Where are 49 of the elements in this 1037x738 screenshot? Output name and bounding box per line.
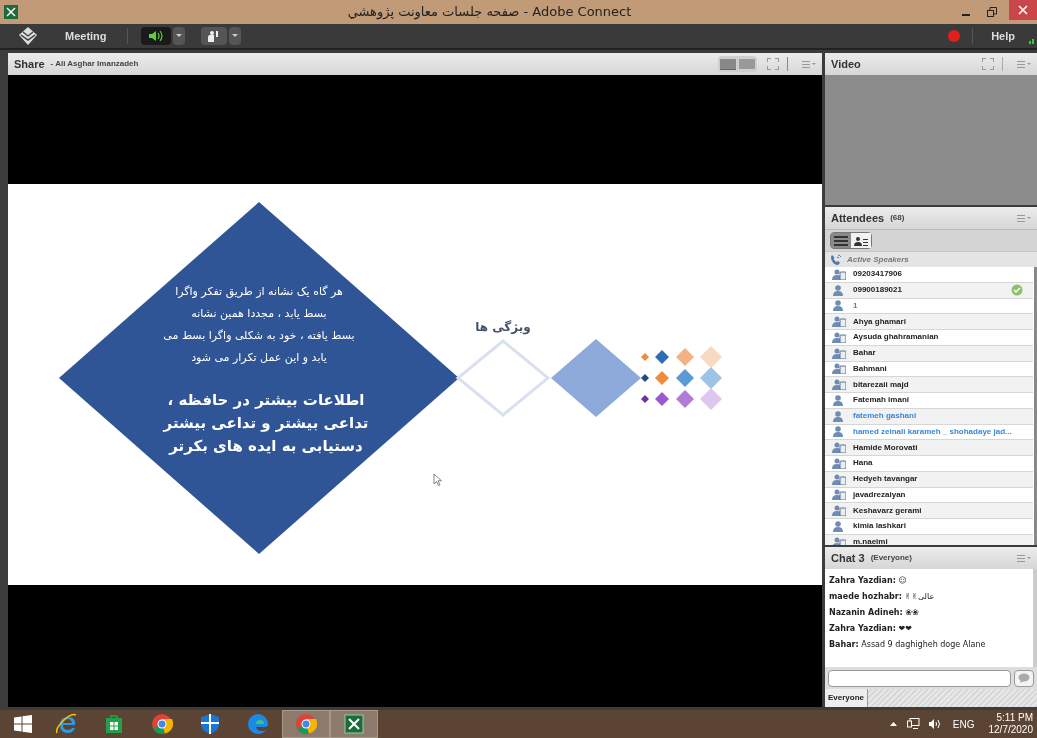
attendee-name: m.naeimi [853,536,888,545]
attendee-row[interactable]: bitarezaii majd [825,377,1033,393]
slide-paragraph: هر گاه یک نشانه از طریق تفکر واگرا بسط یابد ، مجددا همین نشانه بسط یافته ، خود به شکلی واگرا بسط می یابد و این عمل تکرار می شود [162,283,356,366]
pod-title: Share [14,56,45,72]
meeting-menu[interactable]: Meeting [65,27,107,45]
attendee-row[interactable]: Hamide Morovati [825,440,1033,456]
section-label: Active Speakers [847,253,909,266]
slide-heading: ویژگی ها [474,318,532,336]
attendee-name: Ahya ghamari [853,315,906,328]
attendee-name: Bahar [853,347,876,360]
attendee-name: hamed zeinali karameh _ shohadaye jad... [853,425,1012,438]
attendee-name: Hana [853,457,873,470]
attendee-row[interactable]: Fatemah imani [825,393,1033,409]
attendee-name: Hamide Morovati [853,441,918,454]
attendee-name: javadrezaiyan [853,488,906,501]
attendee-row[interactable]: Keshavarz gerami [825,503,1033,519]
pod-title: Attendees [831,210,885,226]
help-menu[interactable]: Help [991,27,1015,45]
pod-subtitle: (68) [890,212,905,224]
attendee-row[interactable]: Aysuda ghahramanian [825,330,1033,346]
chat-message: Zahra Yazdian: ❤❤ [829,623,913,635]
chat-message: Nazanin Adineh: ❀❀ [829,607,920,619]
attendee-name: Aysuda ghahramanian [853,331,939,344]
attendee-name: Bahmani [853,362,887,375]
pod-subtitle: (Everyone) [870,552,912,564]
chat-tab[interactable]: Everyone [825,689,869,707]
attendee-name: Fatemah imani [853,394,909,407]
attendee-name: kimia lashkari [853,520,906,533]
slide-highlight-text: اطلاعات بیشتر در حافظه ، تداعی بیشتر و تداعی بیشتر دستیابی به ایده های بکرتر [162,389,370,457]
clock-date[interactable]: 12/7/2020 [988,724,1033,736]
window-title: Adobe Connect - صفحه جلسات معاونت پژوهشي [347,4,632,20]
chat-message: Bahar: Assad 9 daghigheh doge Alane [829,639,987,651]
attendee-name: Hedyeh tavangar [853,473,918,486]
attendee-row[interactable]: Ahya ghamari [825,314,1033,330]
attendee-row[interactable]: 09203417906 [825,267,1033,283]
clock-time[interactable]: 5:11 PM [996,712,1033,724]
presenter-name: - Ali Asghar Imanzadeh [50,58,139,70]
attendee-name: Keshavarz gerami [853,504,922,517]
attendee-name: 1 [853,299,858,312]
attendee-name: 09900189021 [853,284,902,297]
attendee-row[interactable]: Hana [825,456,1033,472]
language-indicator[interactable]: ENG [952,716,975,732]
pod-title: Chat 3 [831,550,865,566]
chat-message: Zahra Yazdian: ☺ [829,575,908,587]
attendee-name: bitarezaii majd [853,378,909,391]
attendee-name: fatemeh gashani [853,410,917,423]
attendee-row[interactable]: kimia lashkari [825,519,1033,535]
pod-title: Video [831,56,861,72]
attendee-name: 09203417906 [853,268,902,281]
